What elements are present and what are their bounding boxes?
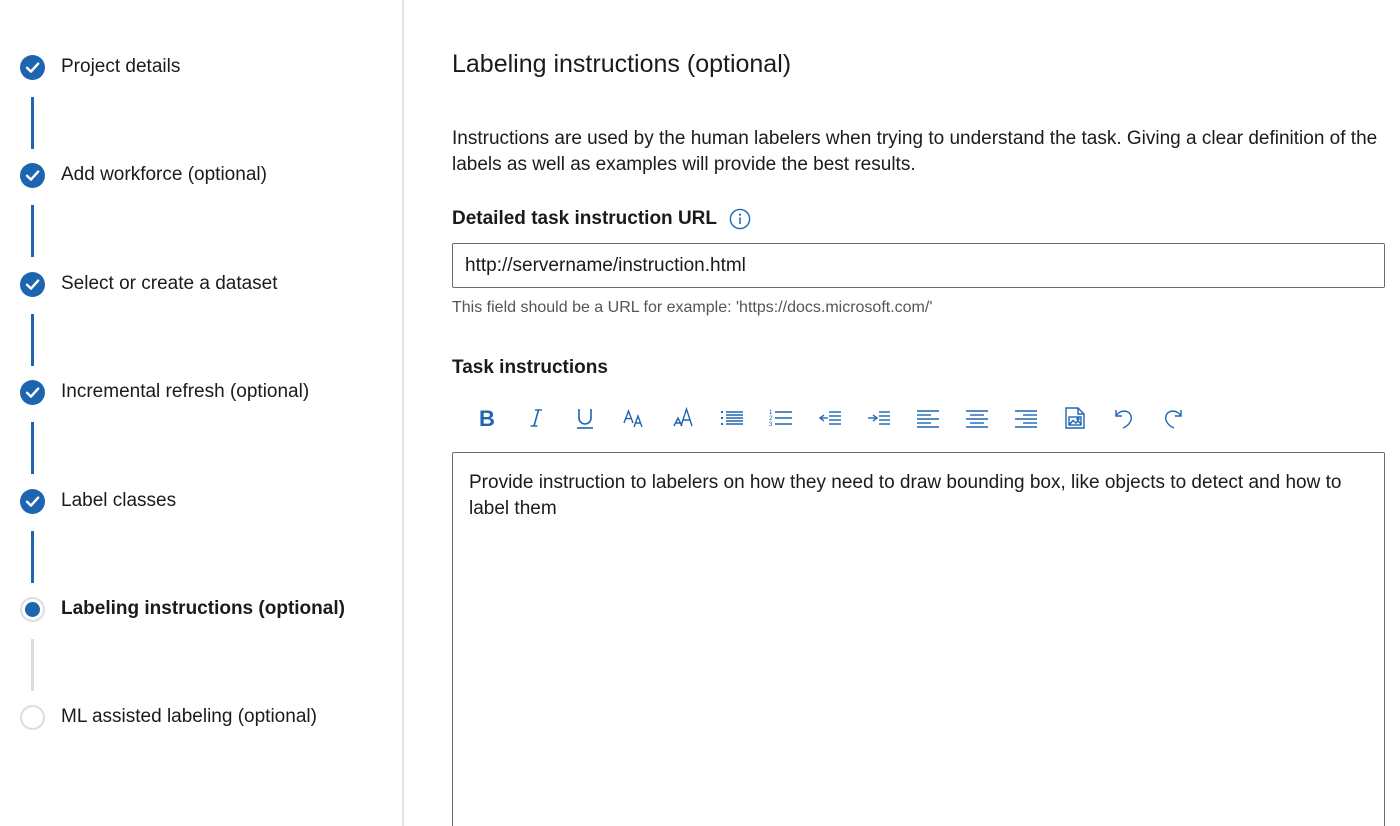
url-field-label-text: Detailed task instruction URL: [452, 208, 717, 229]
font-size-icon[interactable]: [609, 400, 658, 436]
decrease-indent-icon[interactable]: [805, 400, 854, 436]
svg-text:B: B: [479, 406, 495, 430]
step-label: ML assisted labeling (optional): [61, 706, 317, 727]
rich-text-toolbar: B 123: [462, 400, 1197, 436]
step-label: Select or create a dataset: [61, 273, 278, 294]
insert-image-icon[interactable]: [1050, 400, 1099, 436]
completed-check-icon: [20, 489, 45, 514]
step-connector: [31, 639, 34, 691]
current-step-icon: [20, 597, 45, 622]
editor-content: Provide instruction to labelers on how t…: [469, 472, 1342, 519]
step-label: Add workforce (optional): [61, 164, 267, 185]
task-instructions-editor[interactable]: Provide instruction to labelers on how t…: [452, 452, 1385, 826]
completed-check-icon: [20, 380, 45, 405]
page-description: Instructions are used by the human label…: [452, 128, 1378, 175]
step-label-classes[interactable]: Label classes: [0, 481, 400, 521]
pending-step-icon: [20, 705, 45, 730]
step-connector: [31, 97, 34, 149]
page-title: Labeling instructions (optional): [452, 50, 792, 78]
step-labeling-instructions[interactable]: Labeling instructions (optional): [0, 589, 400, 629]
svg-text:3: 3: [769, 422, 773, 428]
step-connector: [31, 531, 34, 583]
undo-icon[interactable]: [1099, 400, 1148, 436]
step-connector: [31, 422, 34, 474]
bulleted-list-icon[interactable]: [707, 400, 756, 436]
main-content: Labeling instructions (optional) Instruc…: [452, 0, 1392, 826]
step-label: Label classes: [61, 490, 177, 511]
align-left-icon[interactable]: [903, 400, 952, 436]
italic-icon[interactable]: [511, 400, 560, 436]
step-label: Incremental refresh (optional): [61, 381, 310, 402]
completed-check-icon: [20, 163, 45, 188]
instruction-url-input[interactable]: [452, 243, 1385, 288]
completed-check-icon: [20, 272, 45, 297]
step-ml-assisted-labeling[interactable]: ML assisted labeling (optional): [0, 697, 400, 737]
numbered-list-icon[interactable]: 123: [756, 400, 805, 436]
step-add-workforce[interactable]: Add workforce (optional): [0, 155, 400, 195]
url-field-helper-text: This field should be a URL for example: …: [452, 299, 933, 316]
url-field-label: Detailed task instruction URL: [452, 208, 751, 230]
step-connector: [31, 314, 34, 366]
align-right-icon[interactable]: [1001, 400, 1050, 436]
align-center-icon[interactable]: [952, 400, 1001, 436]
info-icon[interactable]: [729, 208, 751, 230]
step-select-dataset[interactable]: Select or create a dataset: [0, 264, 400, 304]
font-style-icon[interactable]: [658, 400, 707, 436]
redo-icon[interactable]: [1148, 400, 1197, 436]
step-connector: [31, 205, 34, 257]
bold-icon[interactable]: B: [462, 400, 511, 436]
step-project-details[interactable]: Project details: [0, 47, 400, 87]
step-incremental-refresh[interactable]: Incremental refresh (optional): [0, 372, 400, 412]
completed-check-icon: [20, 55, 45, 80]
task-instructions-label: Task instructions: [452, 357, 608, 378]
step-label: Labeling instructions (optional): [61, 598, 345, 619]
increase-indent-icon[interactable]: [854, 400, 903, 436]
wizard-stepper: Project details Add workforce (optional)…: [0, 0, 404, 826]
step-label: Project details: [61, 56, 181, 77]
underline-icon[interactable]: [560, 400, 609, 436]
